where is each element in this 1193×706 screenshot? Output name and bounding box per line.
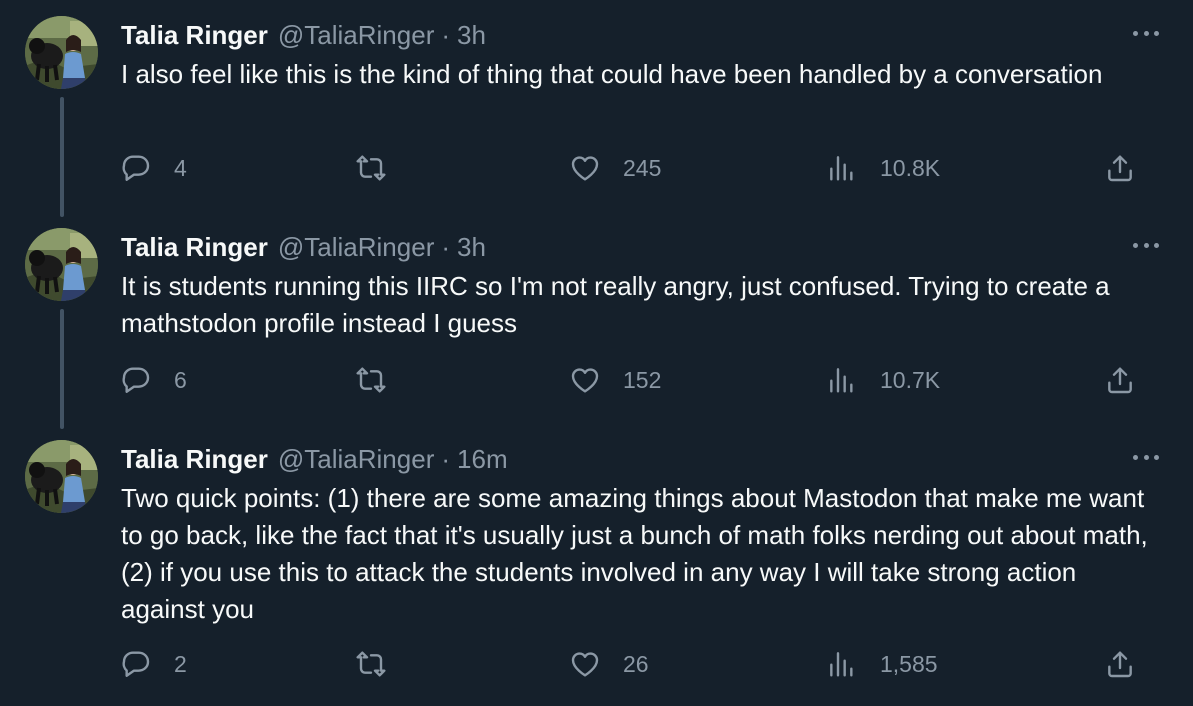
avatar[interactable] — [25, 16, 98, 89]
like-button[interactable]: 26 — [569, 644, 649, 684]
tweet-text: Two quick points: (1) there are some ama… — [121, 483, 1148, 624]
share-button[interactable] — [1104, 360, 1136, 400]
author-handle[interactable]: @TaliaRinger — [278, 20, 434, 51]
like-button[interactable]: 245 — [569, 148, 661, 188]
like-button[interactable]: 152 — [569, 360, 661, 400]
avatar-image — [25, 16, 98, 89]
author-name[interactable]: Talia Ringer — [121, 444, 268, 475]
views-button[interactable]: 10.8K — [826, 148, 940, 188]
action-bar: 6 152 10.7K — [0, 360, 1193, 400]
like-count: 245 — [623, 154, 662, 181]
reply-count: 2 — [174, 650, 187, 677]
upload-icon — [1104, 648, 1136, 680]
tweet-header: Talia Ringer @TaliaRinger · 3h — [121, 230, 486, 264]
author-name[interactable]: Talia Ringer — [121, 20, 268, 51]
heart-icon — [569, 152, 601, 184]
share-button[interactable] — [1104, 644, 1136, 684]
tweet-header: Talia Ringer @TaliaRinger · 3h — [121, 18, 486, 52]
action-bar: 4 245 10.8K — [0, 148, 1193, 188]
heart-icon — [569, 648, 601, 680]
author-handle[interactable]: @TaliaRinger — [278, 232, 434, 263]
bar-chart-icon — [826, 648, 858, 680]
tweet[interactable]: Talia Ringer @TaliaRinger · 16m Two quic… — [0, 424, 1193, 706]
timestamp[interactable]: 3h — [457, 20, 486, 51]
view-count: 1,585 — [880, 650, 938, 677]
retweet-button[interactable] — [355, 644, 387, 684]
reply-icon — [120, 364, 152, 396]
tweet[interactable]: Talia Ringer @TaliaRinger · 3h I also fe… — [0, 0, 1193, 217]
avatar[interactable] — [25, 440, 98, 513]
reply-icon — [120, 648, 152, 680]
retweet-icon — [355, 152, 387, 184]
action-bar: 2 26 1,585 — [0, 644, 1193, 684]
reply-button[interactable]: 4 — [120, 148, 187, 188]
retweet-icon — [355, 364, 387, 396]
retweet-button[interactable] — [355, 360, 387, 400]
heart-icon — [569, 364, 601, 396]
views-button[interactable]: 10.7K — [826, 360, 940, 400]
more-options-icon[interactable] — [1133, 450, 1159, 464]
reply-button[interactable]: 2 — [120, 644, 187, 684]
tweet-text: I also feel like this is the kind of thi… — [121, 59, 1103, 89]
separator-dot: · — [441, 443, 451, 474]
bar-chart-icon — [826, 364, 858, 396]
author-name[interactable]: Talia Ringer — [121, 232, 268, 263]
retweet-icon — [355, 648, 387, 680]
view-count: 10.8K — [880, 154, 941, 181]
tweet[interactable]: Talia Ringer @TaliaRinger · 3h It is stu… — [0, 212, 1193, 429]
timestamp[interactable]: 3h — [457, 232, 486, 263]
avatar-image — [25, 228, 98, 301]
upload-icon — [1104, 364, 1136, 396]
more-options-icon[interactable] — [1133, 238, 1159, 252]
like-count: 152 — [623, 366, 662, 393]
views-button[interactable]: 1,585 — [826, 644, 938, 684]
upload-icon — [1104, 152, 1136, 184]
reply-count: 6 — [174, 366, 187, 393]
avatar-image — [25, 440, 98, 513]
timestamp[interactable]: 16m — [457, 444, 508, 475]
more-options-icon[interactable] — [1133, 26, 1159, 40]
view-count: 10.7K — [880, 366, 941, 393]
reply-icon — [120, 152, 152, 184]
tweet-header: Talia Ringer @TaliaRinger · 16m — [121, 442, 508, 476]
share-button[interactable] — [1104, 148, 1136, 188]
author-handle[interactable]: @TaliaRinger — [278, 444, 434, 475]
reply-button[interactable]: 6 — [120, 360, 187, 400]
separator-dot: · — [441, 19, 451, 50]
reply-count: 4 — [174, 154, 187, 181]
like-count: 26 — [623, 650, 649, 677]
tweet-text: It is students running this IIRC so I'm … — [121, 271, 1110, 338]
retweet-button[interactable] — [355, 148, 387, 188]
avatar[interactable] — [25, 228, 98, 301]
bar-chart-icon — [826, 152, 858, 184]
separator-dot: · — [441, 231, 451, 262]
